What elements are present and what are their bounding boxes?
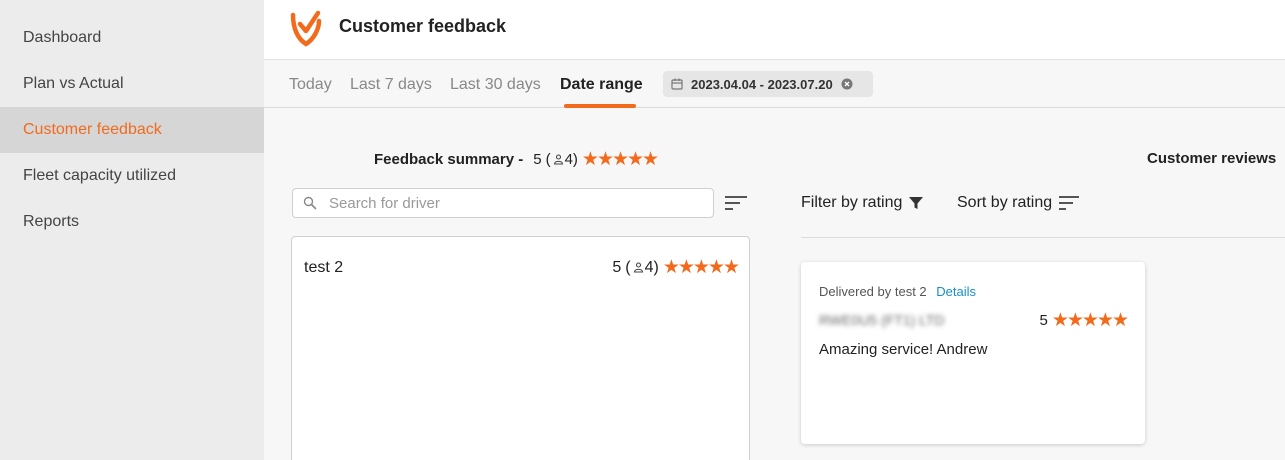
sort-by-rating-button[interactable]: Sort by rating	[957, 194, 1080, 212]
summary-rating: 5	[533, 151, 542, 168]
sidebar-item-plan-vs-actual[interactable]: Plan vs Actual	[0, 61, 264, 107]
driver-rating-value: 5	[612, 258, 622, 276]
date-range-chip[interactable]: 2023.04.04 - 2023.07.20	[663, 71, 873, 97]
close-circle-icon[interactable]	[841, 78, 853, 90]
delivered-by: Delivered by test 2 Details	[819, 284, 976, 299]
driver-stars: ★★★★★	[662, 257, 740, 278]
review-card: Delivered by test 2 Details RWE0U5 (FT1)…	[801, 262, 1145, 444]
driver-search[interactable]	[292, 188, 714, 218]
tab-last-30-days[interactable]: Last 30 days	[450, 76, 541, 94]
sidebar-item-reports[interactable]: Reports	[0, 199, 264, 245]
tab-today[interactable]: Today	[289, 76, 332, 94]
details-link[interactable]: Details	[936, 284, 976, 299]
page-title: Customer feedback	[339, 16, 507, 36]
search-icon	[303, 196, 317, 210]
feedback-summary: Feedback summary - 5 ( 4 ) ★★★★★	[374, 148, 659, 171]
person-icon	[633, 262, 643, 273]
customer-reviews-title: Customer reviews	[1147, 150, 1277, 167]
customer-name-blurred: RWE0U5 (FT1) LTD	[819, 312, 945, 328]
divider	[801, 237, 1285, 238]
tab-date-range[interactable]: Date range	[560, 76, 643, 94]
driver-close-paren: )	[653, 258, 659, 276]
person-icon	[553, 154, 563, 165]
active-tab-indicator	[564, 104, 636, 108]
driver-rating-count: 4	[644, 258, 654, 276]
driver-list: test 2 5 ( 4 ) ★★★★★	[291, 236, 750, 460]
driver-name: test 2	[304, 258, 344, 276]
review-comment: Amazing service! Andrew	[819, 341, 988, 358]
sort-icon	[1059, 196, 1080, 210]
sort-label: Sort by rating	[957, 194, 1053, 211]
checkmark-shield-logo	[290, 10, 322, 47]
delivered-by-text: Delivered by test 2	[819, 284, 927, 299]
review-rating: 5 ★★★★★	[1039, 309, 1129, 332]
summary-open-paren: (	[545, 151, 551, 168]
sidebar: Dashboard Plan vs Actual Customer feedba…	[0, 0, 264, 460]
summary-stars: ★★★★★	[581, 149, 659, 170]
review-stars: ★★★★★	[1051, 310, 1129, 331]
review-rating-value: 5	[1039, 312, 1048, 329]
calendar-icon	[671, 78, 683, 90]
summary-count: 4	[564, 151, 573, 168]
sort-icon[interactable]	[724, 194, 748, 212]
sidebar-item-customer-feedback[interactable]: Customer feedback	[0, 107, 264, 153]
filter-label: Filter by rating	[801, 194, 903, 211]
sidebar-item-dashboard[interactable]: Dashboard	[0, 15, 264, 61]
date-tabs: Today Last 7 days Last 30 days Date rang…	[264, 60, 1285, 108]
date-range-value: 2023.04.04 - 2023.07.20	[691, 76, 833, 92]
sidebar-item-fleet-capacity[interactable]: Fleet capacity utilized	[0, 153, 264, 199]
search-input[interactable]	[329, 194, 689, 212]
summary-close-paren: )	[572, 151, 578, 168]
app-header: Customer feedback	[264, 0, 1285, 60]
tab-last-7-days[interactable]: Last 7 days	[350, 76, 432, 94]
driver-rating: 5 ( 4 ) ★★★★★	[612, 256, 740, 279]
filter-icon	[909, 197, 924, 209]
feedback-summary-label: Feedback summary -	[374, 151, 524, 168]
driver-open-paren: (	[625, 258, 631, 276]
list-item[interactable]: test 2 5 ( 4 ) ★★★★★	[304, 256, 740, 279]
filter-by-rating-button[interactable]: Filter by rating	[801, 194, 924, 212]
